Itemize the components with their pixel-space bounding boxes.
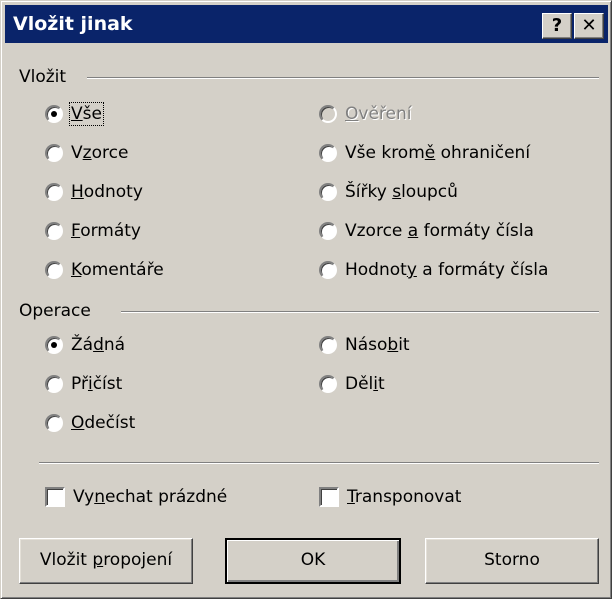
- ok-button[interactable]: OK: [225, 538, 401, 584]
- operation-option-label: Přičíst: [71, 374, 123, 394]
- operation-option-add[interactable]: Přičíst: [45, 374, 122, 394]
- paste-option-label: Ověření: [345, 104, 412, 124]
- paste-option-column-widths[interactable]: Šířky sloupců: [319, 182, 458, 202]
- skip-blanks-checkbox[interactable]: Vynechat prázdné: [45, 487, 227, 507]
- operation-option-none[interactable]: Žádná: [45, 335, 125, 355]
- paste-option-label: Šířky sloupců: [345, 182, 458, 202]
- paste-option-all-except-borders[interactable]: Vše kromě ohraničení: [319, 143, 530, 163]
- operation-option-label: Dělit: [345, 374, 385, 394]
- radio-icon: [45, 375, 63, 393]
- radio-icon: [319, 375, 337, 393]
- cancel-button[interactable]: Storno: [425, 538, 599, 584]
- paste-option-label: Hodnoty a formáty čísla: [345, 260, 549, 280]
- paste-option-label: Vše kromě ohraničení: [345, 143, 531, 163]
- operation-option-label: Násobit: [345, 335, 410, 355]
- transpose-checkbox[interactable]: Transponovat: [319, 487, 461, 507]
- operation-option-label: Žádná: [71, 335, 126, 355]
- paste-option-all[interactable]: Vše: [45, 102, 104, 126]
- operation-group-divider: [121, 311, 599, 313]
- radio-icon: [319, 144, 337, 162]
- section-divider: [39, 462, 599, 464]
- radio-icon: [319, 222, 337, 240]
- title-bar: Vložit jinak ? ✕: [5, 5, 608, 43]
- radio-icon: [319, 261, 337, 279]
- checkbox-icon: [45, 487, 65, 507]
- paste-option-label: Hodnoty: [71, 182, 143, 202]
- paste-option-label: Vzorce a formáty čísla: [345, 221, 534, 241]
- paste-option-values[interactable]: Hodnoty: [45, 182, 143, 202]
- paste-option-label: Formáty: [71, 221, 141, 241]
- paste-special-dialog: Vložit jinak ? ✕ Vložit Vše Ověření Vzorce…: [0, 0, 612, 599]
- paste-option-values-and-number-formats[interactable]: Hodnoty a formáty čísla: [319, 260, 548, 280]
- paste-option-label: Vše: [69, 102, 104, 126]
- paste-option-label: Vzorce: [71, 143, 129, 163]
- close-button[interactable]: ✕: [574, 13, 604, 39]
- checkbox-label: Vynechat prázdné: [73, 487, 228, 507]
- paste-group-divider: [87, 77, 599, 79]
- dialog-title: Vložit jinak: [13, 13, 133, 35]
- paste-group-label: Vložit: [19, 67, 67, 87]
- paste-option-formulas-and-number-formats[interactable]: Vzorce a formáty čísla: [319, 221, 534, 241]
- operation-option-label: Odečíst: [71, 413, 136, 433]
- radio-icon: [319, 183, 337, 201]
- radio-selected-dot: [51, 111, 57, 117]
- paste-option-formulas[interactable]: Vzorce: [45, 143, 128, 163]
- radio-icon: [45, 261, 63, 279]
- operation-option-multiply[interactable]: Násobit: [319, 335, 410, 355]
- radio-icon: [45, 414, 63, 432]
- checkbox-icon: [319, 487, 339, 507]
- radio-icon: [45, 144, 63, 162]
- radio-icon: [319, 105, 337, 123]
- paste-link-button[interactable]: Vložit propojení: [19, 538, 193, 584]
- radio-selected-dot: [51, 342, 57, 348]
- radio-icon: [45, 336, 63, 354]
- radio-icon: [45, 222, 63, 240]
- operation-option-subtract[interactable]: Odečíst: [45, 413, 135, 433]
- radio-icon: [45, 105, 63, 123]
- operation-option-divide[interactable]: Dělit: [319, 374, 385, 394]
- help-button[interactable]: ?: [542, 13, 572, 39]
- radio-icon: [319, 336, 337, 354]
- checkbox-label: Transponovat: [347, 487, 462, 507]
- paste-option-label: Komentáře: [71, 260, 164, 280]
- paste-option-comments[interactable]: Komentáře: [45, 260, 164, 280]
- paste-option-formats[interactable]: Formáty: [45, 221, 141, 241]
- paste-option-validation: Ověření: [319, 104, 411, 124]
- radio-icon: [45, 183, 63, 201]
- operation-group-label: Operace: [19, 301, 91, 321]
